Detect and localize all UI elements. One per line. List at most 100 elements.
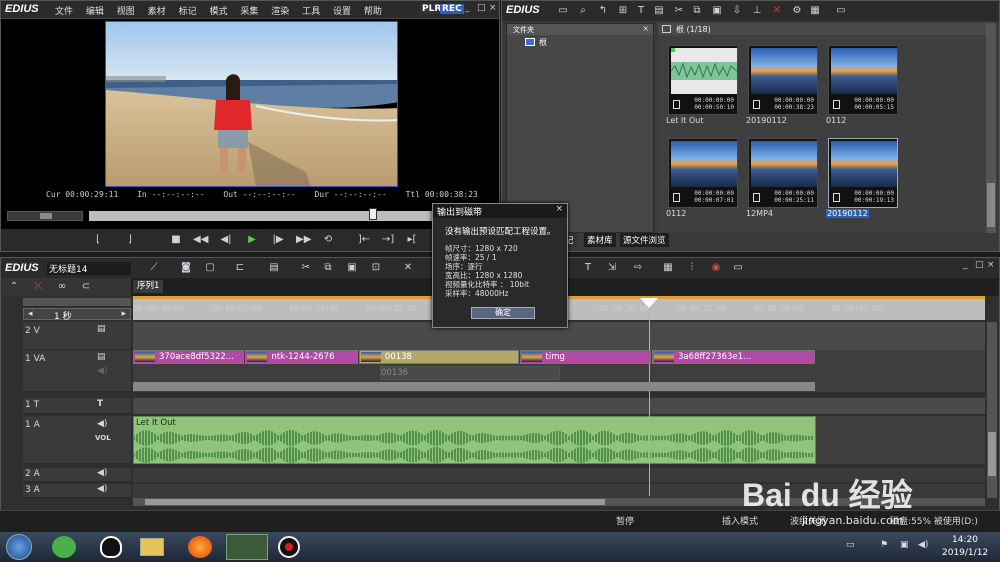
tray-volume-icon[interactable]: ◀)	[918, 540, 928, 550]
folder-pane-close-icon[interactable]: ×	[642, 24, 649, 33]
fast-forward-icon[interactable]: ▶▶	[296, 234, 311, 246]
clip-name[interactable]: 0112	[666, 209, 686, 218]
clip-thumbnail[interactable]: 00:00:00:00 00:00:19:13	[828, 138, 898, 208]
mode-icon[interactable]: ⟋	[147, 262, 161, 274]
tab-source-browser[interactable]: 源文件浏览	[620, 233, 669, 247]
tray-monitor-icon[interactable]: ▣	[900, 540, 909, 550]
menu-item-capture[interactable]: 采集	[240, 7, 258, 17]
insert-icon[interactable]: ]←	[357, 234, 371, 246]
track-lane-3a[interactable]	[133, 484, 985, 498]
clip-scrollbar[interactable]	[986, 23, 996, 233]
clip-name[interactable]: 20190112	[826, 209, 869, 218]
clip-thumbnail[interactable]: 00:00:00:00 00:00:38:23	[748, 45, 818, 115]
split-icon[interactable]: ⊥	[750, 5, 764, 17]
start-button[interactable]	[6, 534, 32, 560]
timeline-hscroll-thumb[interactable]	[145, 499, 605, 505]
menu-item-mode[interactable]: 模式	[209, 7, 227, 17]
timeline-clip[interactable]: 370ace8df5322...	[133, 350, 245, 364]
track-speaker-icon[interactable]: ◀)	[97, 419, 107, 429]
rewind-icon[interactable]: ◀◀	[193, 234, 208, 246]
copy-tl-icon[interactable]: ⧉	[321, 262, 335, 274]
menu-item-clip[interactable]: 素材	[148, 7, 166, 17]
up-folder-icon[interactable]: ↰	[596, 5, 610, 17]
folder-icon[interactable]: ▭	[556, 5, 570, 17]
save-icon[interactable]: ▤	[267, 262, 281, 274]
rec-badge[interactable]: REC	[440, 4, 464, 14]
taskbar-app-record-icon[interactable]	[278, 536, 300, 558]
clip-name[interactable]: 12MP4	[746, 209, 773, 218]
menu-item-marker[interactable]: 标记	[179, 7, 197, 17]
timeline-clip[interactable]: 3a68ff27363e1...	[652, 350, 815, 364]
shuttle-handle[interactable]	[40, 213, 52, 219]
open-icon[interactable]: ⊏	[233, 262, 247, 274]
shuttle-slider[interactable]	[7, 211, 83, 221]
track-mode-icon[interactable]: ⌃	[7, 281, 21, 293]
clip-name[interactable]: 0112	[826, 116, 846, 125]
track-speaker-icon[interactable]: ◀)	[97, 468, 107, 478]
color-bar-icon[interactable]: ▤	[652, 5, 666, 17]
add-clip-icon[interactable]: ⊞	[616, 5, 630, 17]
timeline-hscroll[interactable]	[133, 498, 985, 506]
close-icon[interactable]: ×	[489, 3, 497, 13]
clip-thumbnail[interactable]: 00:00:00:00 00:00:50:10	[668, 45, 738, 115]
track-header-1t[interactable]: 1 T T	[23, 398, 131, 414]
root-folder[interactable]: 根	[539, 37, 547, 48]
track-title-icon[interactable]: T	[97, 399, 103, 409]
timeline-vscroll[interactable]	[987, 322, 997, 498]
va-audio-strip[interactable]	[133, 382, 815, 391]
add-to-timeline-icon[interactable]: ⇩	[730, 5, 744, 17]
clock-time[interactable]: 14:20	[952, 535, 978, 545]
menu-item-render[interactable]: 渲染	[271, 7, 289, 17]
menu-item-edit[interactable]: 编辑	[86, 7, 104, 17]
ripple-icon[interactable]: ⊂	[79, 281, 93, 293]
dialog-close-icon[interactable]: ×	[555, 204, 563, 214]
menu-item-view[interactable]: 视图	[117, 7, 135, 17]
sync-lock-icon[interactable]: ⤬	[31, 281, 45, 293]
export-icon[interactable]: ⇨	[631, 262, 645, 274]
menu-item-tools[interactable]: 工具	[302, 7, 320, 17]
properties-icon[interactable]: ⚙	[790, 5, 804, 17]
timeline-clip[interactable]: ntk-1244-2676	[245, 350, 358, 364]
timeline-close-icon[interactable]: ×	[987, 260, 995, 270]
track-lane-1t[interactable]	[133, 398, 985, 414]
menu-item-settings[interactable]: 设置	[333, 7, 351, 17]
mixer-icon[interactable]: ⫶	[685, 262, 699, 274]
new-icon[interactable]: ▢	[203, 262, 217, 274]
delete-icon[interactable]: ✕	[770, 5, 784, 17]
overwrite-icon[interactable]: →]	[381, 234, 395, 246]
menu-item-help[interactable]: 帮助	[364, 7, 382, 17]
timescale-select[interactable]: ◂ 1 秒 ▸	[23, 308, 131, 322]
taskbar-app-360-icon[interactable]	[52, 536, 76, 558]
tab-sequence-1[interactable]: 序列1	[133, 280, 164, 293]
step-forward-icon[interactable]: |▶	[271, 234, 285, 246]
camera-icon[interactable]: ◙	[179, 262, 193, 274]
taskbar-app-explorer-icon[interactable]	[140, 538, 164, 556]
track-video-icon[interactable]: ▤	[97, 352, 106, 362]
taskbar-app-edius-icon[interactable]	[226, 534, 268, 560]
clip-thumbnail[interactable]: 00:00:00:00 00:00:05:15	[828, 45, 898, 115]
track-header-2v[interactable]: 2 V ▤	[23, 322, 131, 350]
timeline-clip[interactable]: timg	[519, 350, 652, 364]
track-video-icon[interactable]: ▤	[97, 324, 106, 334]
tab-library[interactable]: 素材库	[584, 233, 616, 247]
track-vol-label[interactable]: VOL	[95, 434, 111, 442]
position-handle[interactable]	[369, 208, 377, 220]
zoom-slider[interactable]	[23, 298, 131, 306]
paste-tl-icon[interactable]: ▣	[345, 262, 359, 274]
title-tl-icon[interactable]: T	[581, 262, 595, 274]
link-icon[interactable]: ∞	[55, 281, 69, 293]
position-bar[interactable]	[89, 208, 434, 221]
clip-thumbnail[interactable]: 00:00:00:00 00:00:25:11	[748, 138, 818, 208]
title-icon[interactable]: T	[634, 5, 648, 17]
copy-icon[interactable]: ⧉	[690, 5, 704, 17]
taskbar-app-firefox-icon[interactable]	[188, 536, 212, 558]
timeline-minimize-icon[interactable]: _	[963, 260, 968, 270]
timeline-maximize-icon[interactable]: □	[975, 260, 984, 270]
cut-icon[interactable]: ✂	[672, 5, 686, 17]
clip-thumbnail[interactable]: 00:00:00:00 00:00:07:01	[668, 138, 738, 208]
track-header-3a[interactable]: 3 A ◀)	[23, 484, 131, 498]
set-out-icon[interactable]: ⌋	[123, 234, 137, 246]
record-voice-icon[interactable]: ◉	[709, 262, 723, 274]
audio-clip[interactable]: Let It Out	[133, 416, 816, 464]
play-icon[interactable]: ▶	[245, 234, 259, 246]
